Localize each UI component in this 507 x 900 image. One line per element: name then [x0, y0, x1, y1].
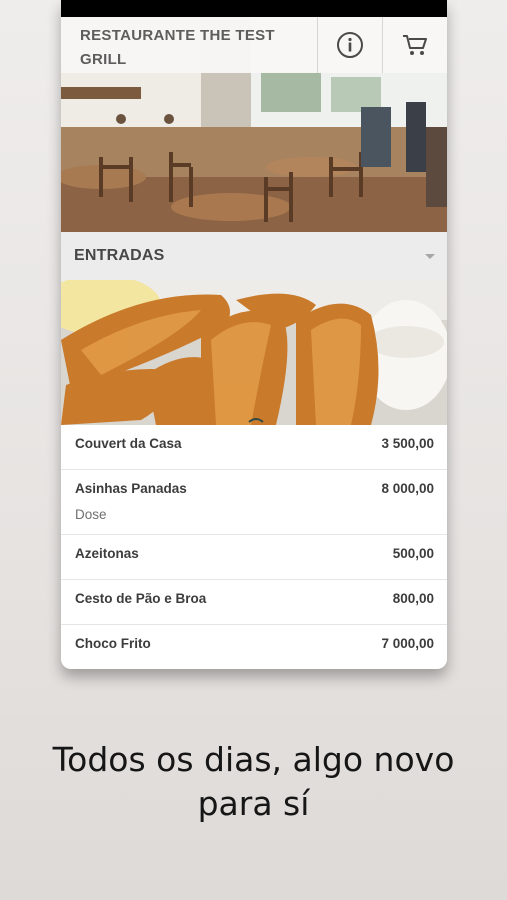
category-dropdown[interactable]: ENTRADAS	[61, 232, 447, 280]
menu-item-name: Azeitonas	[75, 546, 139, 561]
menu-item[interactable]: Asinhas Panadas 8 000,00 Dose	[61, 470, 447, 535]
tagline-line-1: Todos os dias, algo novo	[52, 740, 455, 779]
menu-item[interactable]: Azeitonas 500,00	[61, 535, 447, 580]
menu-item-price: 3 500,00	[381, 436, 434, 451]
menu-item-portion: Dose	[75, 507, 107, 522]
menu-item[interactable]: Choco Frito 7 000,00	[61, 625, 447, 669]
menu-item-price: 7 000,00	[381, 636, 434, 651]
app-header: RESTAURANTE THE TEST GRILL	[61, 17, 447, 73]
cart-button[interactable]	[382, 17, 447, 73]
tagline-line-2: para sí	[197, 784, 310, 823]
menu-item-list: Couvert da Casa 3 500,00 Asinhas Panadas…	[61, 425, 447, 669]
category-food-image	[61, 280, 447, 425]
app-screen: RESTAURANTE THE TEST GRILL ENTRADAS Couv…	[61, 0, 447, 669]
promo-tagline: Todos os dias, algo novo para sí	[0, 738, 507, 826]
menu-item[interactable]: Cesto de Pão e Broa 800,00	[61, 580, 447, 625]
restaurant-title: RESTAURANTE THE TEST GRILL	[80, 27, 275, 68]
menu-item-price: 500,00	[392, 546, 434, 561]
fried-food-photo	[61, 280, 447, 425]
menu-item-name: Asinhas Panadas	[75, 481, 187, 496]
status-bar	[61, 0, 447, 17]
caret-down-icon	[425, 253, 435, 259]
menu-item-price: 800,00	[392, 591, 434, 606]
cart-icon	[403, 35, 427, 55]
menu-item[interactable]: Couvert da Casa 3 500,00	[61, 425, 447, 470]
menu-item-name: Cesto de Pão e Broa	[75, 591, 207, 606]
menu-item-name: Couvert da Casa	[75, 436, 182, 451]
menu-item-name: Choco Frito	[75, 636, 151, 651]
info-icon	[337, 32, 363, 58]
info-button[interactable]	[317, 17, 382, 73]
menu-item-price: 8 000,00	[381, 481, 434, 496]
category-title: ENTRADAS	[74, 247, 165, 264]
